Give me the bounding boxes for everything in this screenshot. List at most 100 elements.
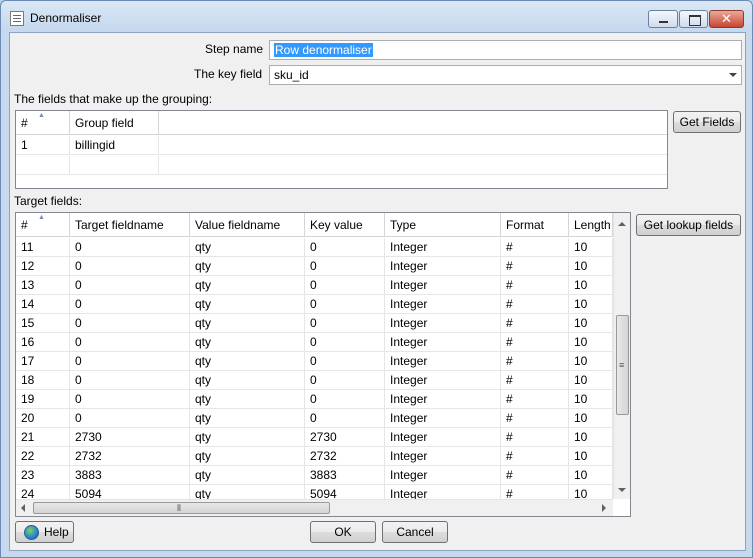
scroll-down-icon[interactable]: [618, 488, 626, 492]
column-header-length[interactable]: Length: [569, 213, 613, 237]
format-cell[interactable]: #: [501, 295, 569, 314]
length-cell[interactable]: 10: [569, 295, 613, 314]
column-header-num[interactable]: # ▲: [16, 213, 70, 237]
table-row[interactable]: 20 0 qty 0 Integer #10: [16, 409, 613, 428]
target-fieldname-cell[interactable]: 0: [70, 295, 190, 314]
key-value-cell[interactable]: 0: [305, 390, 385, 409]
column-header-group-field[interactable]: Group field: [70, 111, 159, 135]
target-fieldname-cell[interactable]: 3883: [70, 466, 190, 485]
value-fieldname-cell[interactable]: qty: [190, 314, 305, 333]
format-cell[interactable]: #: [501, 409, 569, 428]
table-row[interactable]: 19 0 qty 0 Integer #10: [16, 390, 613, 409]
type-cell[interactable]: Integer: [385, 428, 501, 447]
close-button[interactable]: ✕: [709, 10, 744, 28]
format-cell[interactable]: #: [501, 276, 569, 295]
type-cell[interactable]: Integer: [385, 447, 501, 466]
table-row-empty[interactable]: [16, 156, 667, 175]
title-bar[interactable]: Denormaliser ✕: [1, 1, 752, 35]
format-cell[interactable]: #: [501, 390, 569, 409]
scroll-up-icon[interactable]: [618, 222, 626, 226]
format-cell[interactable]: #: [501, 447, 569, 466]
value-fieldname-cell[interactable]: qty: [190, 276, 305, 295]
table-row[interactable]: 17 0 qty 0 Integer #10: [16, 352, 613, 371]
column-header-target-fieldname[interactable]: Target fieldname: [70, 213, 190, 237]
key-value-cell[interactable]: 0: [305, 352, 385, 371]
target-fieldname-cell[interactable]: 2730: [70, 428, 190, 447]
help-button[interactable]: Help: [15, 521, 74, 543]
column-header-format[interactable]: Format: [501, 213, 569, 237]
type-cell[interactable]: Integer: [385, 371, 501, 390]
type-cell[interactable]: Integer: [385, 257, 501, 276]
format-cell[interactable]: #: [501, 238, 569, 257]
maximize-button[interactable]: [679, 10, 708, 28]
value-fieldname-cell[interactable]: qty: [190, 428, 305, 447]
horizontal-scrollbar[interactable]: ⦀: [16, 499, 613, 516]
type-cell[interactable]: Integer: [385, 466, 501, 485]
get-lookup-fields-button[interactable]: Get lookup fields: [636, 214, 741, 236]
length-cell[interactable]: 10: [569, 371, 613, 390]
format-cell[interactable]: #: [501, 352, 569, 371]
ok-button[interactable]: OK: [310, 521, 376, 543]
cancel-button[interactable]: Cancel: [382, 521, 448, 543]
value-fieldname-cell[interactable]: qty: [190, 447, 305, 466]
key-value-cell[interactable]: 0: [305, 333, 385, 352]
table-row[interactable]: 16 0 qty 0 Integer #10: [16, 333, 613, 352]
length-cell[interactable]: 10: [569, 276, 613, 295]
length-cell[interactable]: 10: [569, 428, 613, 447]
key-value-cell[interactable]: 0: [305, 409, 385, 428]
chevron-down-icon[interactable]: [725, 66, 741, 84]
value-fieldname-cell[interactable]: qty: [190, 466, 305, 485]
target-fieldname-cell[interactable]: 0: [70, 333, 190, 352]
step-name-input[interactable]: Row denormaliser: [269, 40, 742, 60]
type-cell[interactable]: Integer: [385, 333, 501, 352]
key-value-cell[interactable]: 0: [305, 276, 385, 295]
key-value-cell[interactable]: 0: [305, 295, 385, 314]
column-header-value-fieldname[interactable]: Value fieldname: [190, 213, 305, 237]
value-fieldname-cell[interactable]: qty: [190, 238, 305, 257]
column-header-key-value[interactable]: Key value: [305, 213, 385, 237]
table-row[interactable]: 21 2730 qty 2730 Integer #10: [16, 428, 613, 447]
type-cell[interactable]: Integer: [385, 295, 501, 314]
type-cell[interactable]: Integer: [385, 390, 501, 409]
target-fieldname-cell[interactable]: 0: [70, 276, 190, 295]
key-value-cell[interactable]: 0: [305, 238, 385, 257]
target-fieldname-cell[interactable]: 0: [70, 390, 190, 409]
target-fieldname-cell[interactable]: 0: [70, 314, 190, 333]
table-row[interactable]: 13 0 qty 0 Integer #10: [16, 276, 613, 295]
vertical-scrollbar[interactable]: ≡: [613, 213, 630, 499]
target-fieldname-cell[interactable]: 0: [70, 238, 190, 257]
scroll-left-icon[interactable]: [21, 504, 25, 512]
key-value-cell[interactable]: 2732: [305, 447, 385, 466]
value-fieldname-cell[interactable]: qty: [190, 352, 305, 371]
scroll-right-icon[interactable]: [602, 504, 606, 512]
length-cell[interactable]: 10: [569, 447, 613, 466]
get-fields-button[interactable]: Get Fields: [673, 111, 741, 133]
length-cell[interactable]: 10: [569, 257, 613, 276]
length-cell[interactable]: 10: [569, 409, 613, 428]
key-value-cell[interactable]: 2730: [305, 428, 385, 447]
target-fieldname-cell[interactable]: 2732: [70, 447, 190, 466]
target-fieldname-cell[interactable]: 0: [70, 371, 190, 390]
column-header-type[interactable]: Type: [385, 213, 501, 237]
format-cell[interactable]: #: [501, 333, 569, 352]
type-cell[interactable]: Integer: [385, 276, 501, 295]
format-cell[interactable]: #: [501, 428, 569, 447]
group-field-cell[interactable]: billingid: [70, 136, 159, 155]
key-value-cell[interactable]: 0: [305, 371, 385, 390]
format-cell[interactable]: #: [501, 257, 569, 276]
key-value-cell[interactable]: 0: [305, 314, 385, 333]
key-value-cell[interactable]: 0: [305, 257, 385, 276]
table-row[interactable]: 15 0 qty 0 Integer #10: [16, 314, 613, 333]
table-row[interactable]: 11 0 qty 0 Integer #10: [16, 238, 613, 257]
format-cell[interactable]: #: [501, 466, 569, 485]
type-cell[interactable]: Integer: [385, 409, 501, 428]
table-row[interactable]: 12 0 qty 0 Integer #10: [16, 257, 613, 276]
target-fieldname-cell[interactable]: 0: [70, 409, 190, 428]
minimize-button[interactable]: [648, 10, 678, 28]
length-cell[interactable]: 10: [569, 352, 613, 371]
table-row[interactable]: 1 billingid: [16, 136, 667, 155]
length-cell[interactable]: 10: [569, 238, 613, 257]
key-value-cell[interactable]: 3883: [305, 466, 385, 485]
table-row[interactable]: 18 0 qty 0 Integer #10: [16, 371, 613, 390]
length-cell[interactable]: 10: [569, 333, 613, 352]
